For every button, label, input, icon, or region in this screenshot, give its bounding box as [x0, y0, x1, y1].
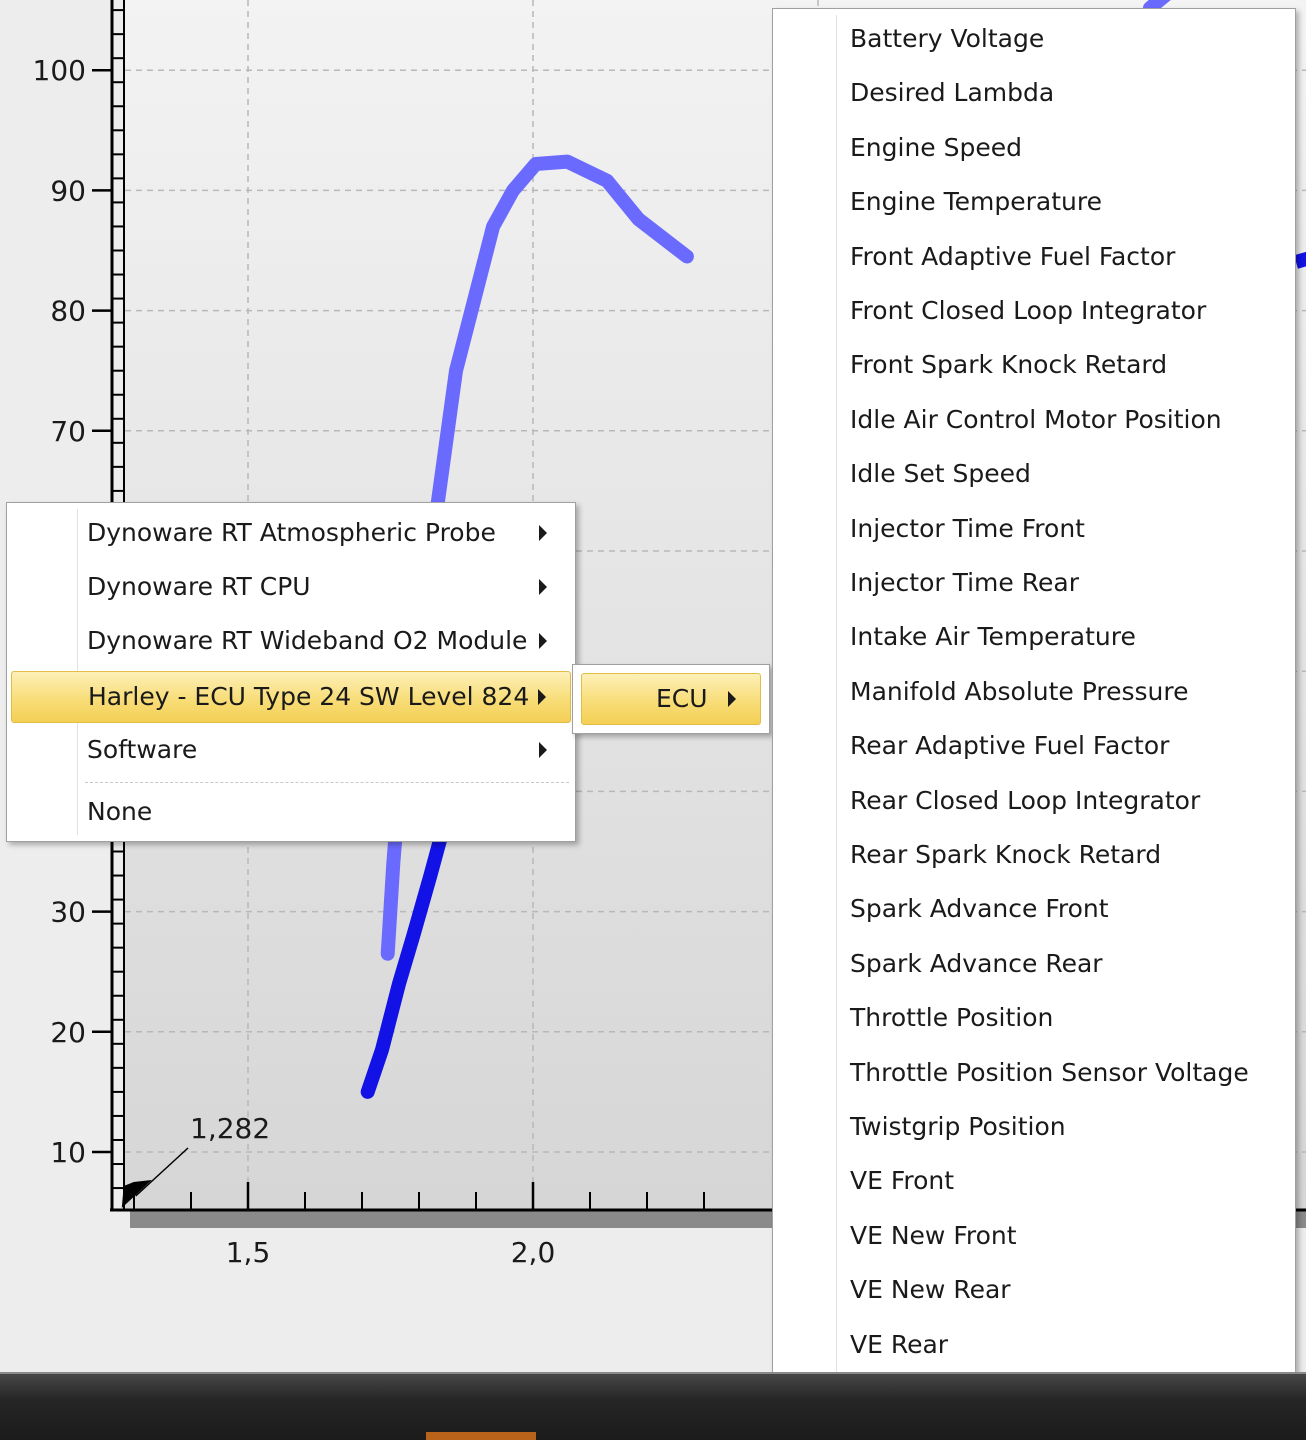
- y-tick-label: 70: [50, 415, 86, 448]
- channel-item-engine-speed[interactable]: Engine Speed: [850, 133, 1022, 163]
- x-tick-label: 1,5: [226, 1236, 271, 1269]
- y-tick-label: 10: [50, 1136, 86, 1169]
- taskbar-border: [0, 1372, 1306, 1374]
- submenu-arrow-icon: [539, 633, 547, 649]
- channel-item-front-closed-loop-integrator[interactable]: Front Closed Loop Integrator: [850, 296, 1206, 326]
- channel-item-engine-temperature[interactable]: Engine Temperature: [850, 187, 1102, 217]
- ecu-channel-menu: Battery Voltage Desired Lambda Engine Spee…: [772, 8, 1296, 1430]
- channel-item-injector-time-front[interactable]: Injector Time Front: [850, 514, 1085, 544]
- channel-item-rear-spark-knock-retard[interactable]: Rear Spark Knock Retard: [850, 840, 1161, 870]
- menu-item-label: Dynoware RT Atmospheric Probe: [87, 518, 496, 547]
- menu-item-label: Harley - ECU Type 24 SW Level 824: [88, 682, 530, 711]
- y-tick-label: 30: [50, 896, 86, 929]
- channel-item-throttle-position-sensor-voltage[interactable]: Throttle Position Sensor Voltage: [850, 1058, 1249, 1088]
- menu-item-dynoware-rt-atmospheric-probe[interactable]: Dynoware RT Atmospheric Probe: [11, 509, 571, 557]
- submenu-arrow-icon: [539, 742, 547, 758]
- y-tick-label: 90: [50, 174, 86, 207]
- channel-item-ve-new-front[interactable]: VE New Front: [850, 1221, 1017, 1251]
- channel-item-manifold-absolute-pressure[interactable]: Manifold Absolute Pressure: [850, 677, 1189, 707]
- menu-gutter: [836, 15, 838, 1423]
- channel-item-twistgrip-position[interactable]: Twistgrip Position: [850, 1112, 1066, 1142]
- y-tick-label: 80: [50, 295, 86, 328]
- annotation-label: 1,282: [190, 1112, 270, 1145]
- channel-item-injector-time-rear[interactable]: Injector Time Rear: [850, 568, 1079, 598]
- channel-item-rear-closed-loop-integrator[interactable]: Rear Closed Loop Integrator: [850, 786, 1200, 816]
- channel-item-spark-advance-rear[interactable]: Spark Advance Rear: [850, 949, 1103, 979]
- x-tick-label: 2,0: [511, 1236, 556, 1269]
- taskbar-active-indicator[interactable]: [426, 1432, 536, 1440]
- y-tick-label: 20: [50, 1016, 86, 1049]
- menu-item-ecu[interactable]: ECU: [581, 673, 761, 725]
- dyno-application: 10 20 30 70 80 90 100 1,5 2,0 1,282 Dynoware RT …: [0, 0, 1306, 1440]
- channel-item-battery-voltage[interactable]: Battery Voltage: [850, 24, 1044, 54]
- submenu-arrow-icon: [538, 689, 546, 705]
- menu-item-label: ECU: [656, 684, 708, 713]
- channel-item-intake-air-temperature[interactable]: Intake Air Temperature: [850, 622, 1136, 652]
- menu-item-label: Software: [87, 735, 198, 764]
- channel-item-rear-adaptive-fuel-factor[interactable]: Rear Adaptive Fuel Factor: [850, 731, 1169, 761]
- ecu-submenu: ECU: [572, 664, 770, 734]
- menu-item-label: None: [87, 797, 153, 826]
- series-line-2-continuation: [1294, 251, 1306, 269]
- channel-item-desired-lambda[interactable]: Desired Lambda: [850, 78, 1054, 108]
- channel-item-spark-advance-front[interactable]: Spark Advance Front: [850, 894, 1109, 924]
- channel-source-menu: Dynoware RT Atmospheric Probe Dynoware R…: [6, 502, 576, 842]
- menu-separator: [85, 782, 569, 783]
- channel-item-idle-set-speed[interactable]: Idle Set Speed: [850, 459, 1031, 489]
- menu-item-label: Dynoware RT CPU: [87, 572, 311, 601]
- submenu-arrow-icon: [539, 525, 547, 541]
- menu-item-dynoware-rt-wideband-o2-module[interactable]: Dynoware RT Wideband O2 Module: [11, 617, 571, 665]
- channel-item-idle-air-control-motor-position[interactable]: Idle Air Control Motor Position: [850, 405, 1222, 435]
- channel-item-ve-rear[interactable]: VE Rear: [850, 1330, 948, 1360]
- submenu-arrow-icon: [728, 691, 736, 707]
- menu-item-harley-ecu-type-24[interactable]: Harley - ECU Type 24 SW Level 824: [11, 671, 571, 723]
- channel-item-front-adaptive-fuel-factor[interactable]: Front Adaptive Fuel Factor: [850, 242, 1175, 272]
- channel-item-throttle-position[interactable]: Throttle Position: [850, 1003, 1053, 1033]
- channel-item-ve-new-rear[interactable]: VE New Rear: [850, 1275, 1011, 1305]
- menu-item-software[interactable]: Software: [11, 726, 571, 774]
- menu-item-none[interactable]: None: [11, 788, 571, 836]
- y-tick-label: 100: [33, 54, 86, 87]
- channel-item-ve-front[interactable]: VE Front: [850, 1166, 954, 1196]
- channel-item-front-spark-knock-retard[interactable]: Front Spark Knock Retard: [850, 350, 1167, 380]
- submenu-arrow-icon: [539, 579, 547, 595]
- menu-item-dynoware-rt-cpu[interactable]: Dynoware RT CPU: [11, 563, 571, 611]
- menu-item-label: Dynoware RT Wideband O2 Module: [87, 626, 528, 655]
- taskbar: [0, 1372, 1306, 1440]
